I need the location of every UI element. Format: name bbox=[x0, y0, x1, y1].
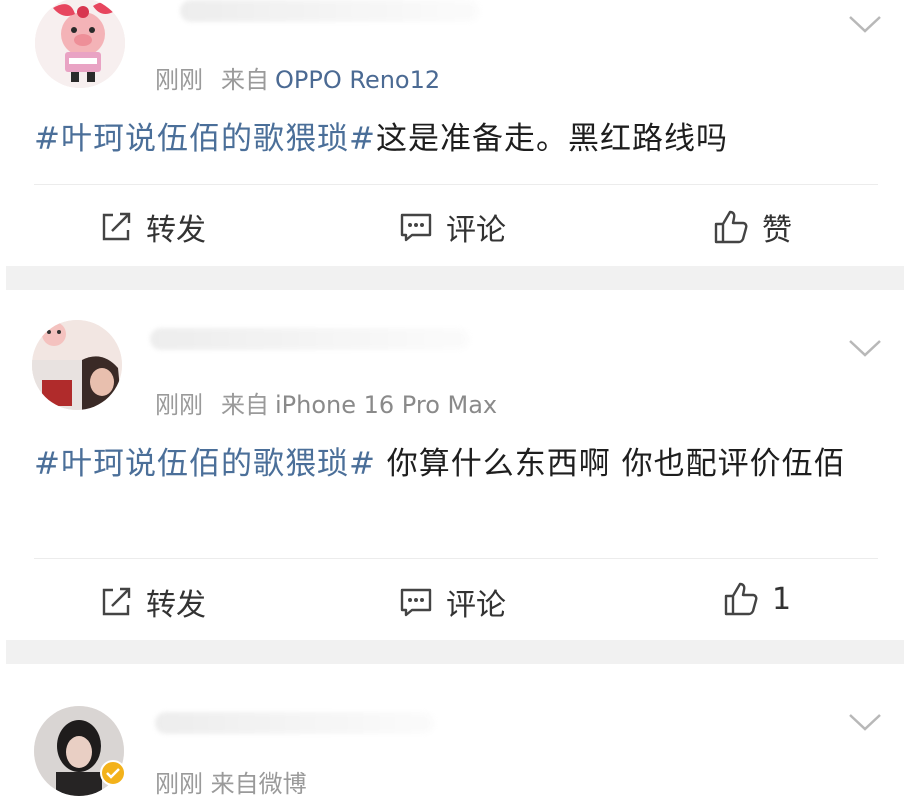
like-label: 赞 bbox=[762, 213, 792, 248]
divider bbox=[34, 558, 878, 559]
username-redacted[interactable] bbox=[180, 0, 480, 22]
post-meta: 刚刚 来自 OPPO Reno12 bbox=[155, 60, 440, 95]
post-content: 你算什么东西啊 你也配评价伍佰 bbox=[375, 446, 846, 482]
post-2: 刚刚 来自 iPhone 16 Pro Max #叶珂说伍佰的歌猥琐# 你算什么东西… bbox=[0, 290, 904, 640]
username-redacted[interactable] bbox=[150, 328, 470, 350]
device-label: iPhone 16 Pro Max bbox=[275, 391, 498, 419]
post-text: #叶珂说伍佰的歌猥琐# 你算什么东西啊 你也配评价伍佰 bbox=[34, 438, 874, 490]
avatar[interactable] bbox=[32, 320, 122, 410]
post-time: 刚刚 bbox=[155, 391, 203, 419]
like-count: 1 bbox=[772, 581, 792, 617]
like-button[interactable]: 1 bbox=[722, 580, 791, 618]
username-redacted[interactable] bbox=[155, 712, 435, 734]
comment-icon bbox=[400, 213, 432, 242]
hashtag-link[interactable]: #叶珂说伍佰的歌猥琐# bbox=[34, 121, 376, 157]
comment-label: 评论 bbox=[446, 588, 506, 623]
repost-button[interactable]: 转发 bbox=[98, 580, 206, 624]
chevron-down-icon[interactable] bbox=[848, 338, 882, 358]
like-button[interactable]: 赞 bbox=[712, 205, 792, 249]
chevron-down-icon[interactable] bbox=[848, 14, 882, 34]
post-1: 刚刚 来自 OPPO Reno12 #叶珂说伍佰的歌猥琐#这是准备走。黑红路线吗 转… bbox=[0, 0, 904, 266]
selfie-avatar-icon bbox=[32, 320, 122, 410]
verified-badge-icon bbox=[100, 760, 126, 786]
avatar[interactable] bbox=[35, 0, 125, 88]
post-separator bbox=[6, 640, 904, 664]
comment-label: 评论 bbox=[446, 213, 506, 248]
from-label: 来自 bbox=[221, 66, 269, 94]
post-meta: 刚刚 来自微博 bbox=[155, 764, 307, 799]
pig-avatar-icon bbox=[35, 0, 125, 88]
repost-label: 转发 bbox=[146, 588, 206, 623]
post-separator bbox=[6, 266, 904, 290]
post-3: 刚刚 来自微博 bbox=[0, 664, 904, 798]
post-meta-partial: 刚刚 来自微博 bbox=[155, 770, 307, 798]
comment-button[interactable]: 评论 bbox=[398, 580, 506, 624]
post-content: 这是准备走。黑红路线吗 bbox=[375, 121, 728, 157]
comment-button[interactable]: 评论 bbox=[398, 205, 506, 249]
device-link[interactable]: OPPO Reno12 bbox=[275, 66, 440, 94]
divider bbox=[34, 184, 878, 185]
comment-icon bbox=[400, 588, 432, 617]
chevron-down-icon[interactable] bbox=[848, 712, 882, 732]
repost-button[interactable]: 转发 bbox=[98, 205, 206, 249]
repost-label: 转发 bbox=[146, 213, 206, 248]
repost-icon bbox=[102, 587, 131, 616]
post-time: 刚刚 bbox=[155, 66, 203, 94]
from-label: 来自 bbox=[221, 391, 269, 419]
repost-icon bbox=[102, 212, 131, 241]
post-meta: 刚刚 来自 iPhone 16 Pro Max bbox=[155, 385, 497, 420]
thumbs-up-icon bbox=[724, 582, 758, 616]
post-text: #叶珂说伍佰的歌猥琐#这是准备走。黑红路线吗 bbox=[34, 113, 874, 165]
hashtag-link[interactable]: #叶珂说伍佰的歌猥琐# bbox=[34, 446, 376, 482]
thumbs-up-icon bbox=[714, 210, 748, 244]
